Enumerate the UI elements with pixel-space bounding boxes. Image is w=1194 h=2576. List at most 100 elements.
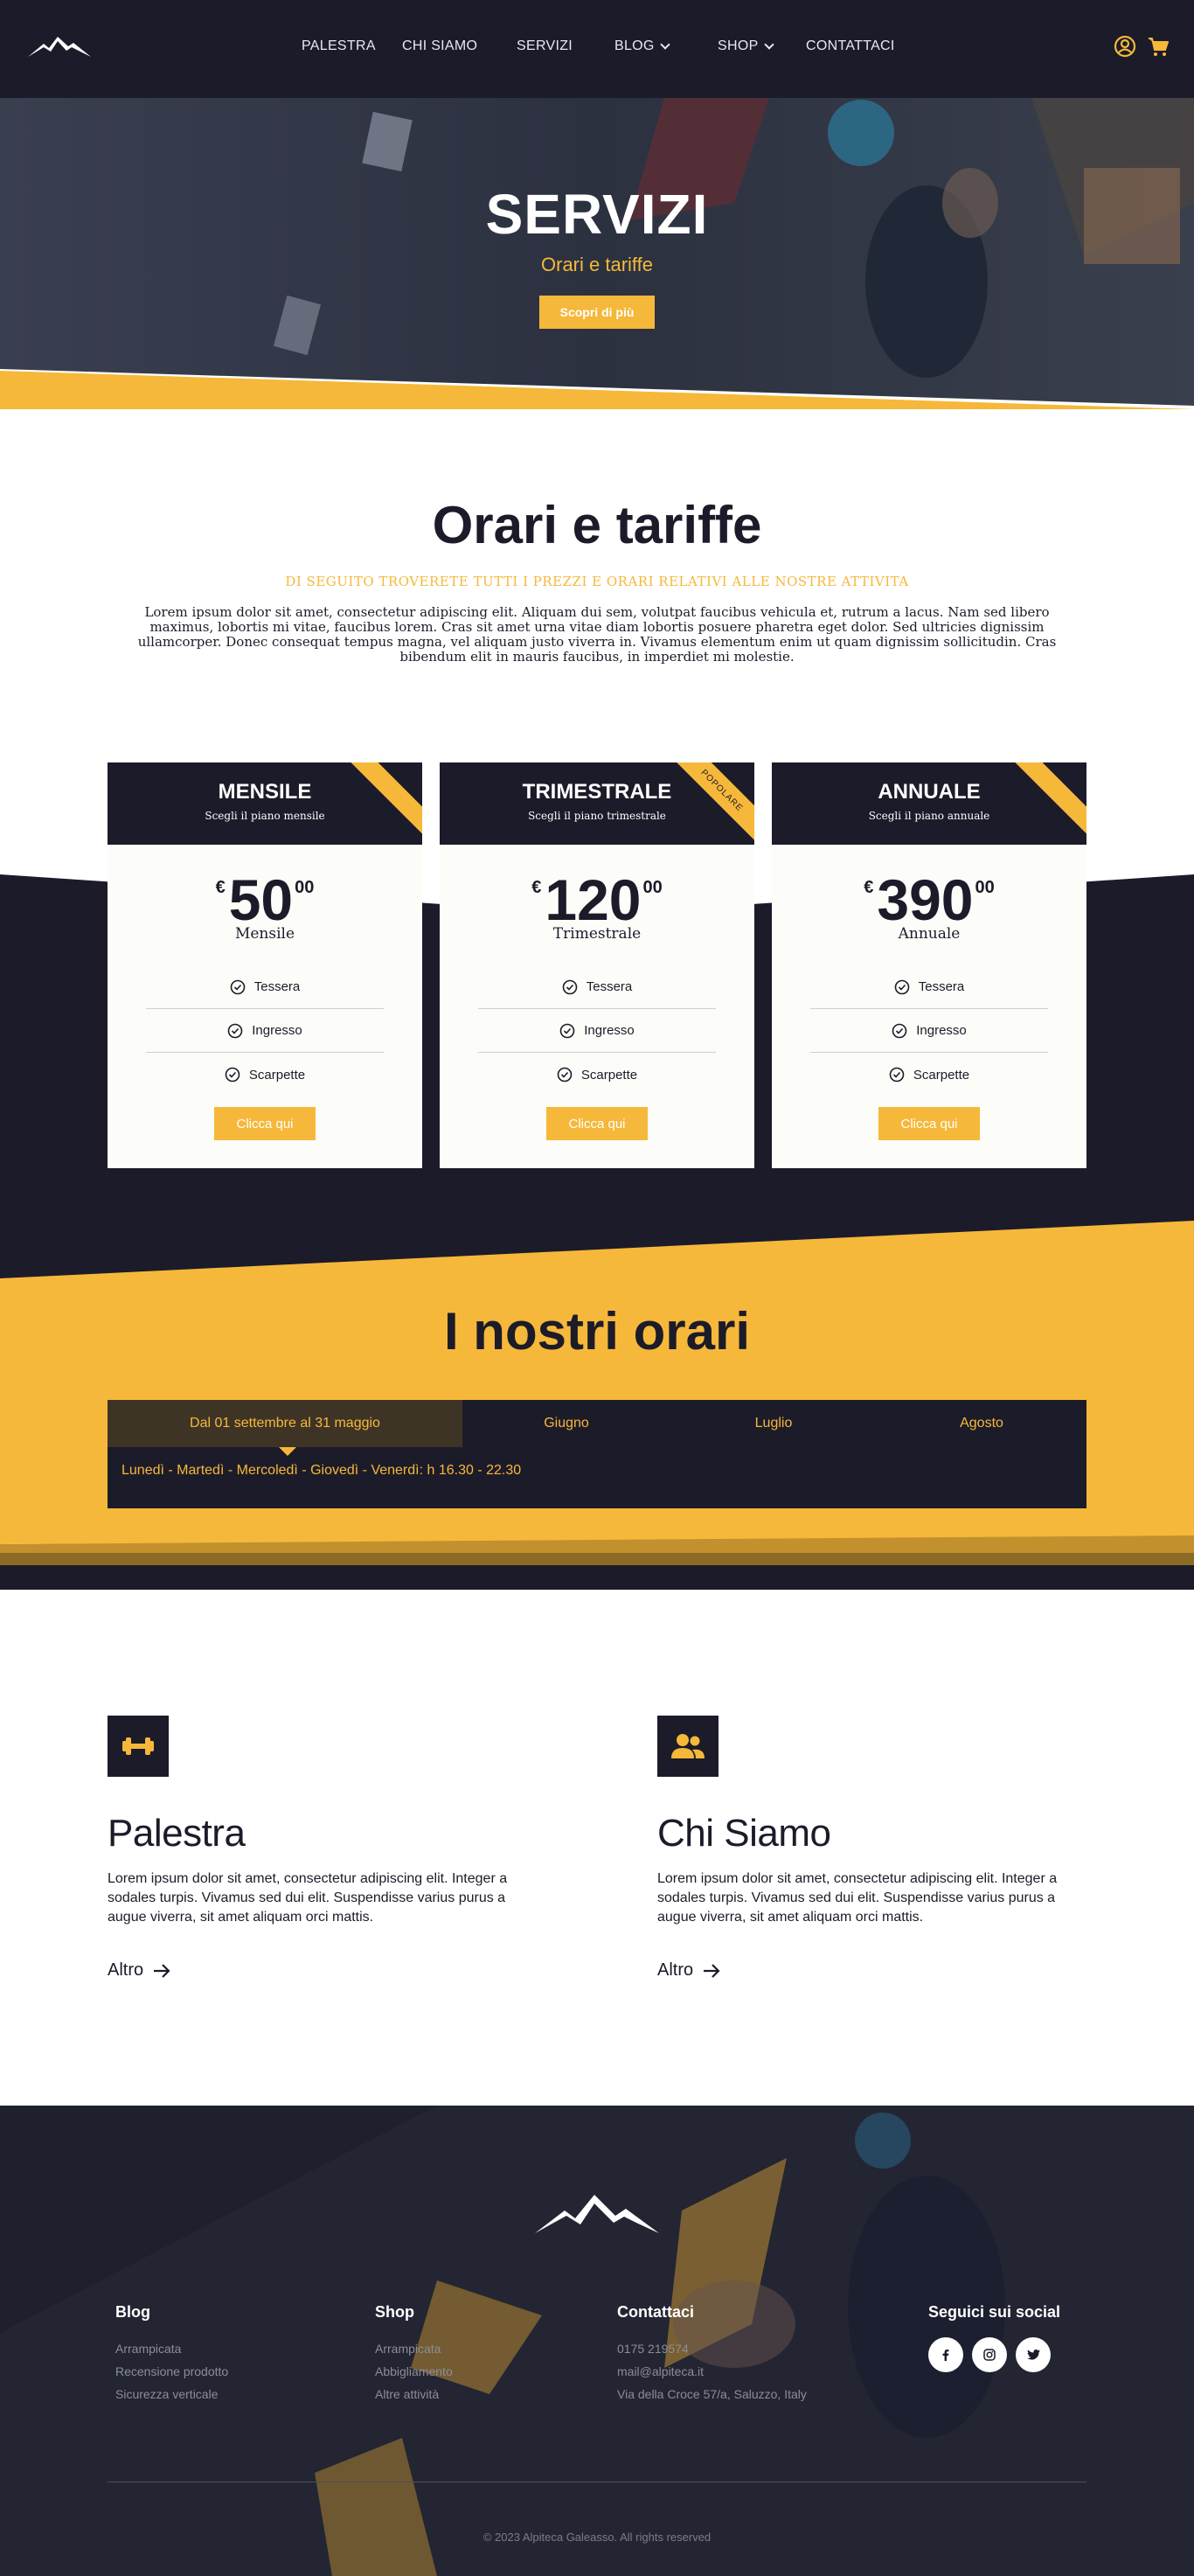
footer-link[interactable]: Sicurezza verticale bbox=[115, 2383, 228, 2405]
feature-label: Tessera bbox=[586, 979, 633, 994]
plan-feature: Ingresso bbox=[810, 1009, 1048, 1053]
check-circle-icon bbox=[889, 1067, 905, 1083]
tab-label: Giugno bbox=[544, 1416, 589, 1431]
feature-icon-box bbox=[108, 1716, 169, 1777]
schedule-tabs: Dal 01 settembre al 31 maggio Giugno Lug… bbox=[108, 1400, 1086, 1508]
pricing-subtitle: DI SEGUITO TROVERETE TUTTI I PREZZI E OR… bbox=[285, 574, 909, 589]
facebook-icon[interactable] bbox=[928, 2337, 963, 2372]
arrow-right-icon bbox=[704, 1963, 720, 1978]
pricing-title: Orari e tariffe bbox=[432, 496, 762, 554]
schedule-title: I nostri orari bbox=[443, 1302, 751, 1361]
feature-title: Chi Siamo bbox=[657, 1812, 831, 1855]
plan-period: Mensile bbox=[234, 925, 295, 943]
nav-contattaci[interactable]: CONTATTACI bbox=[806, 38, 895, 54]
price-currency: € bbox=[531, 878, 542, 897]
hero-banner: SERVIZI Orari e tariffe Scopri di più bbox=[0, 98, 1194, 416]
price-decimals: 00 bbox=[642, 878, 663, 897]
price-currency: € bbox=[864, 878, 874, 897]
footer-email[interactable]: mail@alpiteca.it bbox=[617, 2360, 807, 2383]
twitter-icon[interactable] bbox=[1016, 2337, 1051, 2372]
plan-card-header: ANNUALE Scegli il piano annuale bbox=[772, 762, 1086, 847]
tab-giugno[interactable]: Giugno bbox=[462, 1400, 670, 1447]
nav-palestra[interactable]: PALESTRA bbox=[302, 38, 376, 54]
plan-feature: Ingresso bbox=[478, 1009, 716, 1053]
nav-servizi[interactable]: SERVIZI bbox=[517, 38, 573, 54]
plan-feature: Tessera bbox=[146, 965, 384, 1009]
nav-label: BLOG bbox=[614, 38, 655, 53]
plan-card-quarterly: TRIMESTRALE Scegli il piano trimestrale … bbox=[440, 762, 754, 1168]
instagram-icon[interactable] bbox=[972, 2337, 1007, 2372]
feature-title: Palestra bbox=[108, 1812, 246, 1855]
discover-more-button[interactable]: Scopri di più bbox=[539, 296, 655, 329]
user-icon[interactable] bbox=[1114, 35, 1136, 58]
plan-feature: Tessera bbox=[810, 965, 1048, 1009]
feature-label: Scarpette bbox=[913, 1067, 970, 1083]
plan-ribbon-popular: POPOLARE bbox=[660, 762, 754, 853]
tab-luglio[interactable]: Luglio bbox=[670, 1400, 877, 1447]
active-tab-indicator bbox=[279, 1447, 296, 1456]
plan-feature: Ingresso bbox=[146, 1009, 384, 1053]
plan-ribbon bbox=[995, 762, 1086, 847]
nav-shop[interactable]: SHOP bbox=[718, 38, 774, 54]
pricing-description: Lorem ipsum dolor sit amet, consectetur … bbox=[137, 604, 1057, 665]
nav-label: SERVIZI bbox=[517, 38, 573, 53]
plan-price: € 120 00 bbox=[440, 867, 754, 932]
footer-link[interactable]: Abbigliamento bbox=[375, 2360, 453, 2383]
check-circle-icon bbox=[892, 1023, 907, 1038]
feature-more-link[interactable]: Altro bbox=[108, 1960, 171, 1981]
check-circle-icon bbox=[227, 1023, 243, 1038]
footer-link[interactable]: Arrampicata bbox=[375, 2337, 453, 2360]
plan-feature: Scarpette bbox=[810, 1053, 1048, 1097]
feature-text: Lorem ipsum dolor sit amet, consectetur … bbox=[108, 1871, 508, 1925]
feature-more-link[interactable]: Altro bbox=[657, 1960, 721, 1981]
plan-period: Trimestrale bbox=[552, 925, 642, 943]
plan-period: Annuale bbox=[898, 925, 961, 943]
nav-label: PALESTRA bbox=[302, 38, 376, 53]
check-circle-icon bbox=[562, 979, 578, 994]
footer-link[interactable]: Altre attività bbox=[375, 2383, 453, 2405]
plan-subtitle: Scegli il piano mensile bbox=[205, 810, 325, 822]
footer-col-social: Seguici sui social bbox=[928, 2303, 1060, 2372]
footer-address: Via della Croce 57/a, Saluzzo, Italy bbox=[617, 2387, 807, 2401]
nav-chi-siamo[interactable]: CHI SIAMO bbox=[402, 38, 477, 54]
footer-link[interactable]: Recensione prodotto bbox=[115, 2360, 228, 2383]
link-label: Altro bbox=[657, 1960, 694, 1980]
footer-col-title: Blog bbox=[115, 2303, 150, 2321]
plan-select-button[interactable]: Clicca qui bbox=[214, 1107, 316, 1140]
cart-icon[interactable] bbox=[1147, 35, 1170, 58]
tab-agosto[interactable]: Agosto bbox=[877, 1400, 1086, 1447]
price-decimals: 00 bbox=[975, 878, 995, 897]
plan-select-button[interactable]: Clicca qui bbox=[546, 1107, 648, 1140]
plan-select-button[interactable]: Clicca qui bbox=[878, 1107, 980, 1140]
header-icons bbox=[1114, 35, 1170, 58]
tab-label: Dal 01 settembre al 31 maggio bbox=[190, 1416, 380, 1431]
tab-label: Luglio bbox=[754, 1416, 793, 1431]
footer-col-blog: Blog Arrampicata Recensione prodotto Sic… bbox=[115, 2303, 228, 2405]
arrow-right-icon bbox=[154, 1963, 170, 1978]
tab-sept-may[interactable]: Dal 01 settembre al 31 maggio bbox=[108, 1400, 462, 1447]
hero-subtitle: Orari e tariffe bbox=[541, 254, 653, 275]
feature-label: Tessera bbox=[253, 979, 301, 994]
dumbbell-icon bbox=[122, 1737, 154, 1755]
plan-price: € 50 00 bbox=[108, 871, 422, 929]
plan-feature: Scarpette bbox=[146, 1053, 384, 1097]
feature-label: Ingresso bbox=[252, 1023, 302, 1038]
mountain-logo-icon[interactable] bbox=[535, 2190, 659, 2238]
feature-label: Scarpette bbox=[580, 1067, 638, 1083]
check-circle-icon bbox=[225, 1067, 240, 1083]
price-amount: 120 bbox=[545, 867, 642, 932]
nav-blog[interactable]: BLOG bbox=[614, 38, 670, 54]
users-icon bbox=[671, 1734, 705, 1758]
footer-phone[interactable]: 0175 219574 bbox=[617, 2337, 807, 2360]
plan-card-header: TRIMESTRALE Scegli il piano trimestrale … bbox=[440, 762, 754, 853]
feature-text: Lorem ipsum dolor sit amet, consectetur … bbox=[657, 1871, 1058, 1925]
plan-price: € 390 00 bbox=[772, 867, 1086, 932]
schedule-hours: Lunedì - Martedì - Mercoledì - Giovedì -… bbox=[121, 1463, 522, 1478]
plan-subtitle: Scegli il piano trimestrale bbox=[528, 810, 666, 822]
plan-card-annual: ANNUALE Scegli il piano annuale € 390 00… bbox=[772, 762, 1086, 1168]
check-circle-icon bbox=[559, 1023, 575, 1038]
check-circle-icon bbox=[230, 979, 246, 994]
footer-link[interactable]: Arrampicata bbox=[115, 2337, 228, 2360]
price-amount: 390 bbox=[877, 867, 974, 932]
nav-label: SHOP bbox=[718, 38, 759, 53]
